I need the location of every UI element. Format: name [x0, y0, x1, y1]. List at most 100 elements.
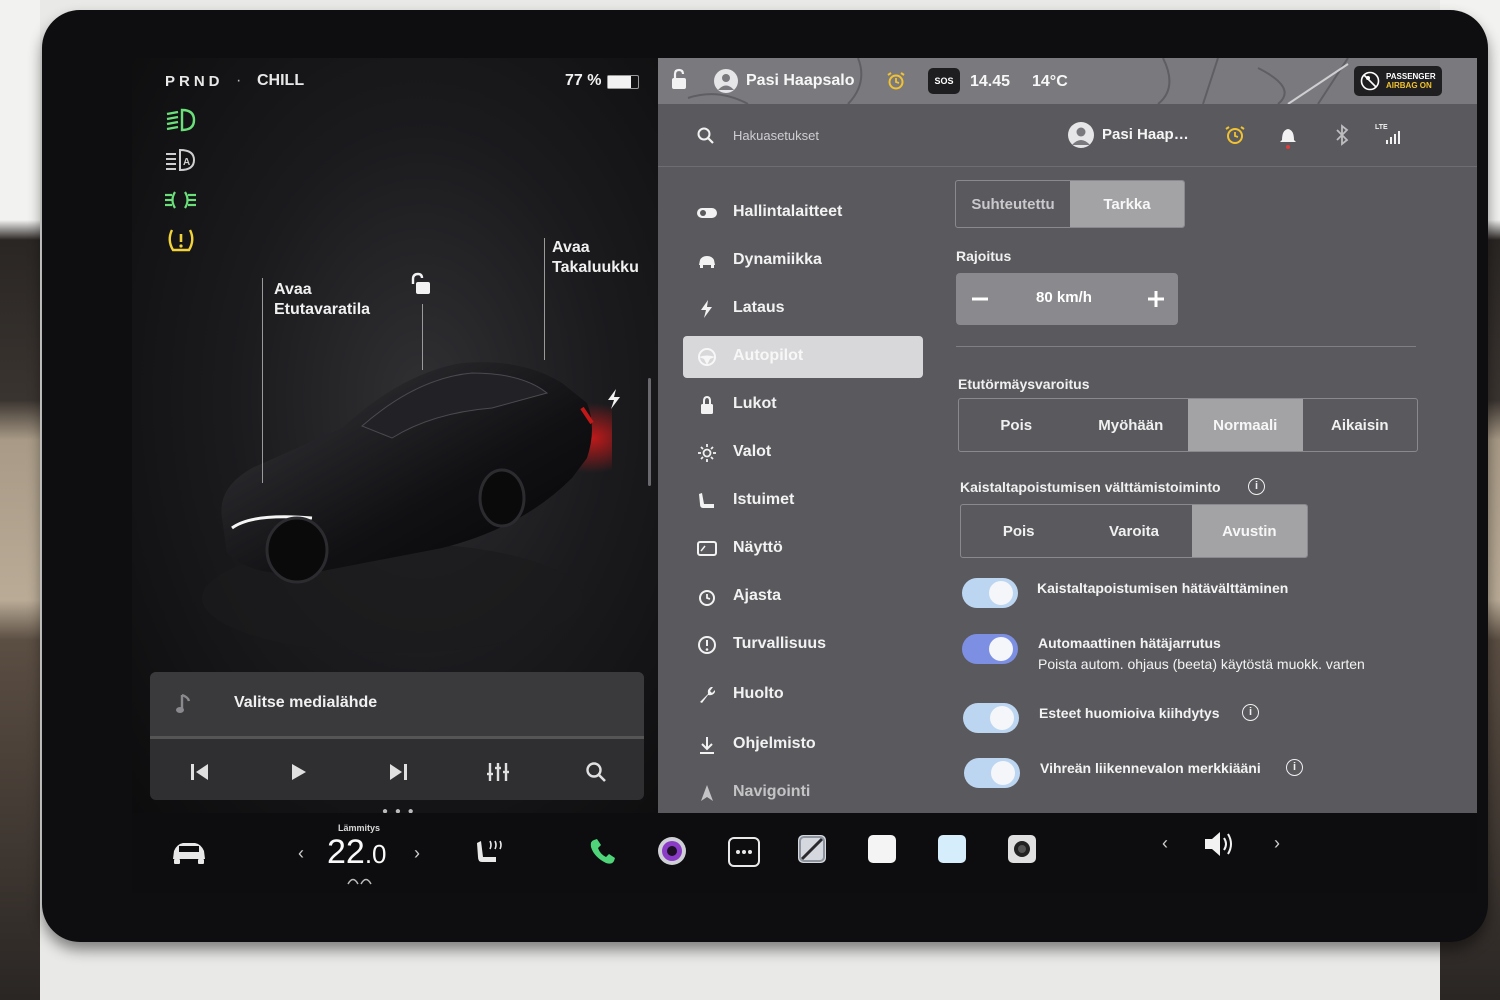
battery-icon	[607, 75, 639, 89]
battery-level-fill	[608, 76, 631, 88]
temperature-decimal: .0	[364, 839, 387, 869]
seat-heater-icon[interactable]	[476, 837, 506, 872]
speed-mode-option[interactable]: Suhteutettu	[956, 181, 1070, 227]
emergency-lane-departure-toggle[interactable]	[962, 578, 1018, 608]
dashcam-icon[interactable]	[798, 835, 826, 863]
parking-lights-icon	[164, 186, 198, 214]
user-avatar[interactable]	[714, 69, 738, 93]
fcw-option-selected[interactable]: Normaali	[1188, 399, 1303, 451]
lane-departure-label: Kaistaltapoistumisen välttämistoiminto	[960, 479, 1221, 495]
fcw-option[interactable]: Aikaisin	[1303, 399, 1418, 451]
media-source-row[interactable]: Valitse medialähde	[150, 672, 644, 736]
status-separator: ·	[236, 72, 242, 89]
nav-item-navigointi[interactable]: Navigointi	[683, 772, 923, 814]
touchscreen: PRND · CHILL 77 % A Avaa Etutavaratila A…	[132, 58, 1477, 893]
car-pane-scrollbar[interactable]	[648, 378, 651, 486]
nav-item-lataus[interactable]: Lataus	[683, 288, 923, 330]
car-render[interactable]	[192, 328, 612, 658]
charge-port-bolt-icon[interactable]	[606, 388, 622, 415]
media-search-button[interactable]	[576, 754, 616, 790]
profile-name[interactable]: Pasi Haap…	[1102, 126, 1189, 143]
volume-down-chevron-icon[interactable]: ‹	[1162, 833, 1168, 854]
obstacle-aware-acceleration-toggle[interactable]	[963, 703, 1019, 733]
obstacle-aware-info-icon[interactable]: i	[1242, 704, 1259, 721]
nav-item-huolto[interactable]: Huolto	[683, 674, 923, 716]
media-progress	[150, 736, 644, 739]
settings-search-input[interactable]: Hakuasetukset	[733, 128, 819, 143]
bluetooth-icon[interactable]	[1334, 124, 1350, 151]
alarm-icon[interactable]	[886, 71, 906, 96]
phone-icon[interactable]	[588, 837, 618, 872]
camera-icon[interactable]	[1008, 835, 1036, 863]
sos-button[interactable]: SOS	[928, 68, 960, 94]
airbag-label-line1: PASSENGER	[1386, 72, 1436, 81]
nav-item-lukot[interactable]: Lukot	[683, 384, 923, 426]
nav-label: Ohjelmisto	[733, 735, 816, 752]
speed-mode-option-selected[interactable]: Tarkka	[1070, 181, 1184, 227]
temp-down-chevron-icon[interactable]: ‹	[298, 843, 304, 864]
nav-label: Ajasta	[733, 587, 782, 604]
previous-track-button[interactable]	[180, 754, 220, 790]
frunk-callout-line	[262, 278, 263, 483]
toggle-knob	[989, 637, 1013, 661]
green-light-chime-toggle[interactable]	[964, 758, 1020, 788]
volume-up-chevron-icon[interactable]: ›	[1274, 833, 1280, 854]
driver-profile-name[interactable]: Pasi Haapsalo	[746, 72, 855, 90]
nav-item-valot[interactable]: Valot	[683, 432, 923, 474]
nav-item-ajasta[interactable]: Ajasta	[683, 576, 923, 618]
nav-label: Dynamiikka	[733, 251, 822, 268]
increase-limit-button[interactable]	[1142, 285, 1170, 313]
toggle-knob	[989, 581, 1013, 605]
lane-departure-option[interactable]: Varoita	[1076, 505, 1191, 557]
steering-wheel-icon	[698, 348, 716, 366]
nav-item-turvallisuus[interactable]: Turvallisuus	[683, 624, 923, 666]
frunk-callout-line2[interactable]: Etutavaratila	[274, 300, 370, 320]
green-light-chime-label: Vihreän liikennevalon merkkiääni	[1040, 760, 1261, 776]
background-wall-left	[0, 0, 40, 1000]
fcw-option[interactable]: Pois	[959, 399, 1074, 451]
lane-departure-info-icon[interactable]: i	[1248, 478, 1265, 495]
bottom-dock: ‹ Lämmitys 22.0 › ‹ ›	[132, 813, 1477, 893]
more-apps-icon[interactable]	[728, 837, 760, 867]
fcw-option[interactable]: Myöhään	[1074, 399, 1189, 451]
drive-mode[interactable]: CHILL	[257, 72, 304, 90]
unlock-icon[interactable]	[408, 272, 434, 303]
calendar-icon[interactable]	[868, 835, 896, 863]
trunk-callout-line1[interactable]: Avaa	[552, 238, 590, 258]
temp-up-chevron-icon[interactable]: ›	[414, 843, 420, 864]
seat-icon	[699, 493, 714, 508]
green-light-info-icon[interactable]: i	[1286, 759, 1303, 776]
lane-departure-option-selected[interactable]: Avustin	[1191, 505, 1307, 557]
nav-item-naytto[interactable]: Näyttö	[683, 528, 923, 570]
nav-item-dynamiikka[interactable]: Dynamiikka	[683, 240, 923, 282]
lock-status-icon[interactable]	[668, 68, 690, 97]
toggle-icon	[697, 208, 717, 218]
profile-avatar[interactable]	[1068, 122, 1094, 148]
camera-lens-icon[interactable]	[656, 835, 688, 872]
equalizer-button[interactable]	[478, 754, 518, 790]
nav-label: Hallintalaitteet	[733, 203, 843, 220]
play-button[interactable]	[278, 754, 318, 790]
lane-departure-option[interactable]: Pois	[961, 505, 1076, 557]
speed-offset-mode-selector: Suhteutettu Tarkka	[955, 180, 1185, 228]
trunk-callout-line2[interactable]: Takaluukku	[552, 258, 639, 278]
nav-item-istuimet[interactable]: Istuimet	[683, 480, 923, 522]
toggle-knob	[990, 706, 1014, 730]
notification-bell-icon[interactable]	[1278, 124, 1298, 155]
obstacle-aware-acceleration-label: Esteet huomioiva kiihdytys	[1039, 705, 1220, 721]
frunk-callout-line1[interactable]: Avaa	[274, 280, 312, 300]
alarm-clock-icon[interactable]	[1224, 124, 1246, 151]
nav-item-ohjelmisto[interactable]: Ohjelmisto	[683, 724, 923, 766]
volume-icon[interactable]	[1202, 827, 1242, 866]
settings-nav: Hallintalaitteet Dynamiikka Lataus Autop…	[658, 168, 938, 813]
decrease-limit-button[interactable]	[966, 285, 994, 313]
cabin-temperature[interactable]: 22.0	[327, 833, 387, 872]
download-icon	[700, 737, 714, 754]
nav-item-hallintalaitteet[interactable]: Hallintalaitteet	[683, 192, 923, 234]
toybox-icon[interactable]	[938, 835, 966, 863]
automatic-emergency-braking-toggle[interactable]	[962, 634, 1018, 664]
car-icon[interactable]	[170, 837, 208, 872]
next-track-button[interactable]	[378, 754, 418, 790]
search-icon[interactable]	[696, 126, 716, 151]
nav-item-autopilot[interactable]: Autopilot	[683, 336, 923, 378]
